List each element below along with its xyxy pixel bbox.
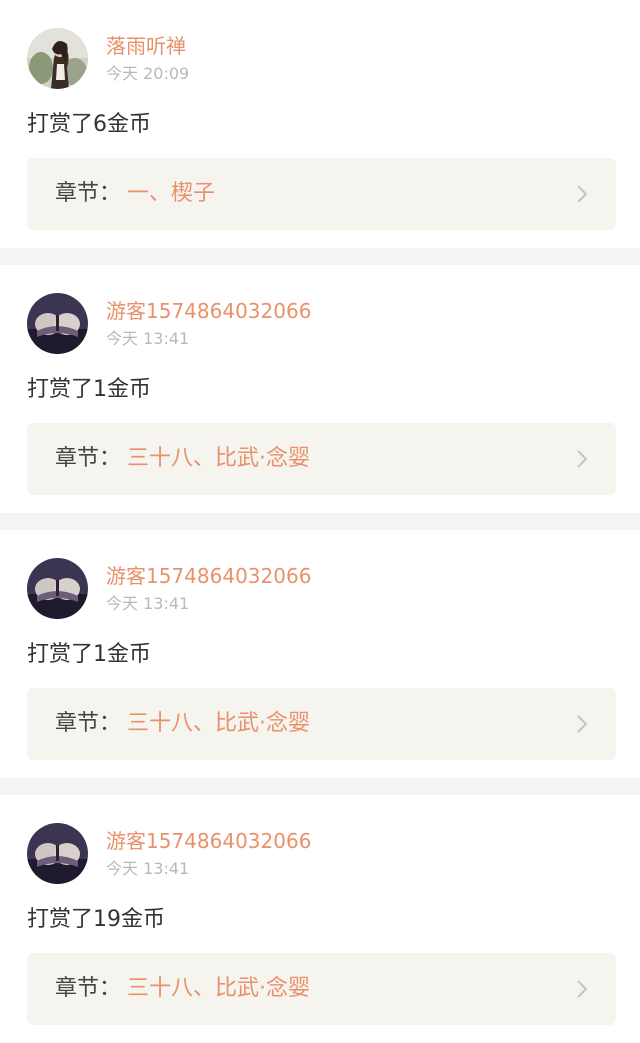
user-avatar[interactable] xyxy=(27,558,88,619)
reward-feed: 落雨听禅 今天 20:09 打赏了6金币 章节： 一、楔子 游客15748640… xyxy=(0,0,640,1043)
chapter-title: 三十八、比武·念婴 xyxy=(127,976,310,1001)
timestamp: 今天 13:41 xyxy=(106,329,190,348)
user-avatar[interactable] xyxy=(27,28,88,89)
chapter-title: 三十八、比武·念婴 xyxy=(127,446,310,471)
user-avatar[interactable] xyxy=(27,293,88,354)
chevron-right-icon xyxy=(576,979,588,999)
chevron-right-icon xyxy=(576,714,588,734)
chapter-link[interactable]: 章节： 三十八、比武·念婴 xyxy=(27,688,616,760)
chapter-prefix: 章节： xyxy=(55,181,122,206)
chapter-link[interactable]: 章节： 一、楔子 xyxy=(27,158,616,230)
reward-text: 打赏了6金币 xyxy=(27,112,151,137)
timestamp: 今天 13:41 xyxy=(106,859,190,878)
reward-record: 游客1574864032066 今天 13:41 打赏了19金币 章节： 三十八… xyxy=(0,795,640,1043)
chapter-link[interactable]: 章节： 三十八、比武·念婴 xyxy=(27,953,616,1025)
guest-avatar-icon xyxy=(27,823,88,884)
reward-record: 游客1574864032066 今天 13:41 打赏了1金币 章节： 三十八、… xyxy=(0,265,640,513)
reward-record: 游客1574864032066 今天 13:41 打赏了1金币 章节： 三十八、… xyxy=(0,530,640,778)
reward-record: 落雨听禅 今天 20:09 打赏了6金币 章节： 一、楔子 xyxy=(0,0,640,248)
username[interactable]: 游客1574864032066 xyxy=(106,564,311,588)
guest-avatar-icon xyxy=(27,293,88,354)
chevron-right-icon xyxy=(576,449,588,469)
chapter-title: 三十八、比武·念婴 xyxy=(127,711,310,736)
user-avatar[interactable] xyxy=(27,823,88,884)
photo-avatar-icon xyxy=(27,28,88,89)
timestamp: 今天 13:41 xyxy=(106,594,190,613)
username[interactable]: 落雨听禅 xyxy=(106,34,186,58)
chapter-prefix: 章节： xyxy=(55,446,122,471)
guest-avatar-icon xyxy=(27,558,88,619)
chapter-link[interactable]: 章节： 三十八、比武·念婴 xyxy=(27,423,616,495)
chapter-prefix: 章节： xyxy=(55,711,122,736)
reward-text: 打赏了19金币 xyxy=(27,907,165,932)
chapter-title: 一、楔子 xyxy=(127,181,216,206)
username[interactable]: 游客1574864032066 xyxy=(106,829,311,853)
chevron-right-icon xyxy=(576,184,588,204)
reward-text: 打赏了1金币 xyxy=(27,377,151,402)
chapter-prefix: 章节： xyxy=(55,976,122,1001)
reward-text: 打赏了1金币 xyxy=(27,642,151,667)
username[interactable]: 游客1574864032066 xyxy=(106,299,311,323)
timestamp: 今天 20:09 xyxy=(106,64,190,83)
